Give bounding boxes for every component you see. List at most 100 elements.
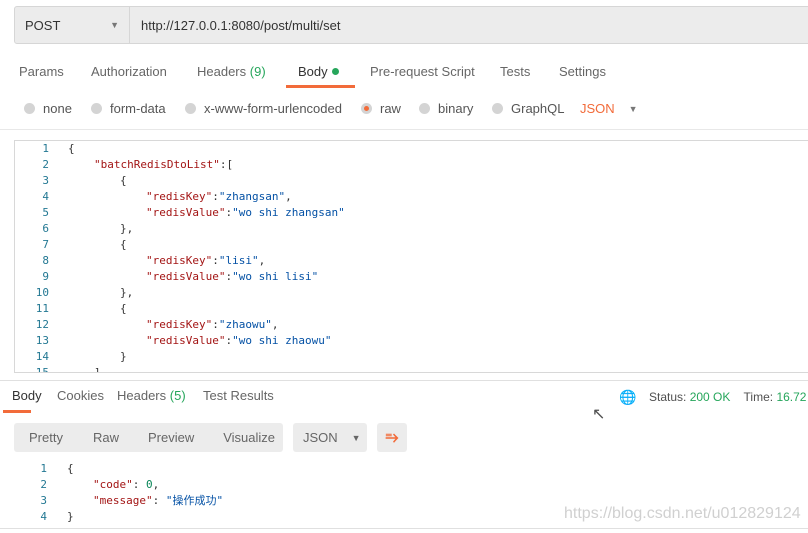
line-number: 3 xyxy=(40,494,47,507)
response-status: Status: 200 OK Time: 16.72 s xyxy=(649,390,808,404)
code-token: : xyxy=(212,190,219,203)
radio-label: binary xyxy=(438,101,474,116)
line-number: 8 xyxy=(42,254,49,267)
tab-headers[interactable]: Headers (9) xyxy=(197,64,266,79)
radio-binary[interactable]: binary xyxy=(419,101,473,116)
view-visualize-button[interactable]: Visualize xyxy=(223,430,275,445)
code-line: } xyxy=(67,509,74,525)
code-line: { xyxy=(120,301,127,317)
tab-prerequest-script[interactable]: Pre-request Script xyxy=(370,64,475,79)
code-token: "zhaowu" xyxy=(218,318,272,331)
radio-none[interactable]: none xyxy=(24,101,72,116)
tab-body[interactable]: Body xyxy=(298,64,339,79)
code-line: "batchRedisDtoList":[ xyxy=(94,157,233,173)
code-line: } xyxy=(120,349,127,365)
url-input[interactable]: http://127.0.0.1:8080/post/multi/set xyxy=(141,18,340,33)
line-number: 11 xyxy=(35,302,49,315)
format-label: JSON xyxy=(580,101,615,116)
line-number: 6 xyxy=(42,222,49,235)
code-token: "lisi" xyxy=(218,254,259,267)
code-token: "操作成功" xyxy=(165,494,224,507)
radio-label: raw xyxy=(380,101,401,116)
line-number: 1 xyxy=(40,462,47,475)
method-select[interactable]: POST ▼ xyxy=(15,7,130,43)
code-line: }, xyxy=(120,221,133,237)
format-label: JSON xyxy=(303,430,338,445)
radio-label: none xyxy=(43,101,72,116)
chevron-down-icon: ▼ xyxy=(628,103,638,114)
radio-form-data[interactable]: form-data xyxy=(91,101,166,116)
radio-label: form-data xyxy=(110,101,166,116)
tab-params[interactable]: Params xyxy=(19,64,64,79)
code-line: "redisValue":"wo shi lisi" xyxy=(146,269,318,285)
response-tab-test-results[interactable]: Test Results xyxy=(203,388,274,403)
code-line: ] xyxy=(94,365,101,373)
radio-icon xyxy=(185,103,196,114)
code-token: : xyxy=(132,478,146,491)
radio-urlencoded[interactable]: x-www-form-urlencoded xyxy=(185,101,342,116)
globe-icon[interactable]: 🌐 xyxy=(619,389,636,406)
line-number: 2 xyxy=(40,478,47,491)
code-token: { xyxy=(120,238,127,251)
code-line: "redisValue":"wo shi zhangsan" xyxy=(146,205,345,221)
tab-settings[interactable]: Settings xyxy=(559,64,606,79)
line-number: 4 xyxy=(40,510,47,523)
line-number: 1 xyxy=(42,142,49,155)
line-number: 2 xyxy=(42,158,49,171)
line-number: 9 xyxy=(42,270,49,283)
wrap-lines-icon[interactable]: ⥱ xyxy=(377,423,407,452)
line-number: 10 xyxy=(35,286,49,299)
radio-selected-icon xyxy=(361,103,372,114)
chevron-down-icon: ▼ xyxy=(351,432,361,443)
code-line: { xyxy=(68,141,75,157)
tab-tests[interactable]: Tests xyxy=(500,64,530,79)
view-preview-button[interactable]: Preview xyxy=(148,430,194,445)
code-token: "redisValue" xyxy=(146,334,226,347)
tab-label: Headers xyxy=(117,388,167,403)
radio-icon xyxy=(24,103,35,114)
radio-icon xyxy=(492,103,503,114)
url-bar: POST ▼ http://127.0.0.1:8080/post/multi/s… xyxy=(14,6,808,44)
divider xyxy=(0,129,808,130)
line-number: 3 xyxy=(42,174,49,187)
line-number: 5 xyxy=(42,206,49,219)
code-token: { xyxy=(68,142,75,155)
radio-graphql[interactable]: GraphQL xyxy=(492,101,564,116)
code-token: "redisKey" xyxy=(146,254,213,267)
code-token: , xyxy=(285,190,292,203)
radio-label: x-www-form-urlencoded xyxy=(204,101,342,116)
response-format-select[interactable]: JSON ▼ xyxy=(293,423,367,452)
code-line: "message": "操作成功" xyxy=(93,493,223,509)
view-raw-button[interactable]: Raw xyxy=(93,430,119,445)
code-line: "redisValue":"wo shi zhaowu" xyxy=(146,333,331,349)
view-mode-group: Pretty Raw Preview Visualize xyxy=(14,423,283,452)
code-line: "code": 0, xyxy=(93,477,159,493)
view-pretty-button[interactable]: Pretty xyxy=(29,430,63,445)
response-tab-body[interactable]: Body xyxy=(12,388,42,403)
response-tab-cookies[interactable]: Cookies xyxy=(57,388,104,403)
response-tab-headers[interactable]: Headers (5) xyxy=(117,388,186,403)
radio-label: GraphQL xyxy=(511,101,565,116)
code-token: "redisValue" xyxy=(146,270,226,283)
code-line: "redisKey":"zhaowu", xyxy=(146,317,278,333)
code-token: , xyxy=(258,254,266,267)
mouse-cursor-icon: ↖ xyxy=(592,406,606,423)
radio-icon xyxy=(419,103,430,114)
request-body-editor[interactable]: 1{2 "batchRedisDtoList":[3{4 "redisKey":"z… xyxy=(14,140,808,373)
radio-raw[interactable]: raw xyxy=(361,101,401,116)
code-line: { xyxy=(120,173,127,189)
line-number: 13 xyxy=(35,334,49,347)
code-token: { xyxy=(120,302,127,315)
tab-headers-label: Headers xyxy=(197,64,247,79)
format-select[interactable]: JSON ▼ xyxy=(580,101,638,116)
time-label: Time: xyxy=(743,390,774,404)
headers-count: (9) xyxy=(249,64,266,79)
status-label: Status: xyxy=(649,390,687,404)
watermark: https://blog.csdn.net/u012829124 xyxy=(564,505,801,522)
panel-divider[interactable] xyxy=(0,380,808,381)
code-token: }, xyxy=(120,222,134,235)
code-token: "wo shi lisi" xyxy=(232,270,319,283)
code-token: ] xyxy=(94,366,101,373)
code-token: : xyxy=(212,254,219,267)
tab-authorization[interactable]: Authorization xyxy=(91,64,167,79)
